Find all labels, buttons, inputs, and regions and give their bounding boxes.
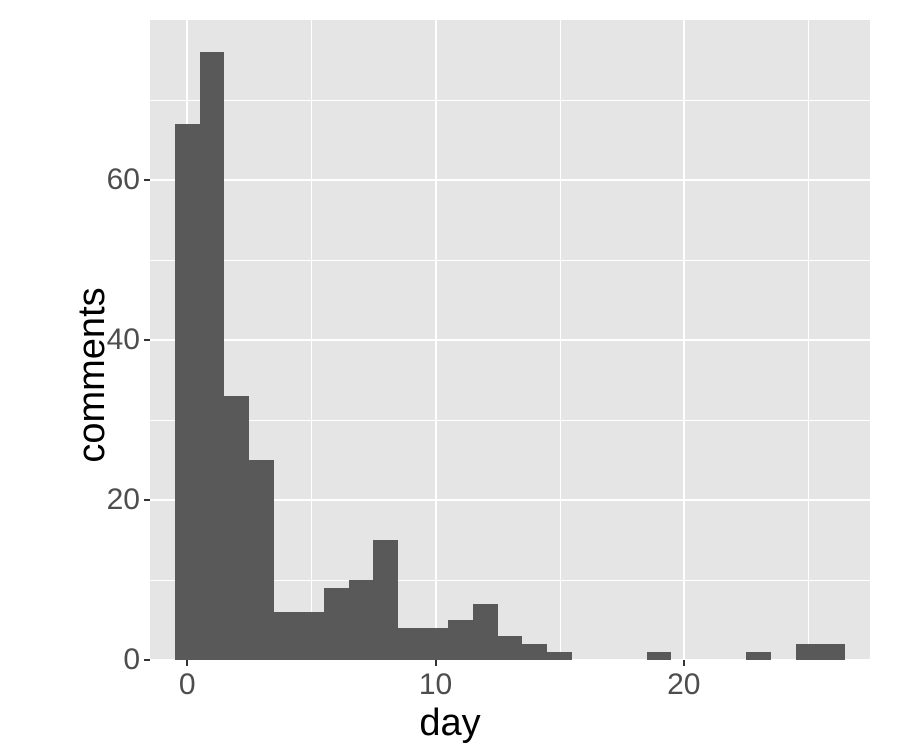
bar [398, 628, 423, 660]
x-axis-title: day [419, 702, 480, 745]
y-tick-mark [144, 339, 150, 341]
y-tick-mark [144, 179, 150, 181]
bar [249, 460, 274, 660]
y-axis-title: comments [71, 287, 114, 462]
y-tick-mark [144, 659, 150, 661]
bar [796, 644, 821, 660]
bar [200, 52, 225, 660]
y-tick-mark [144, 499, 150, 501]
bar [448, 620, 473, 660]
x-tick-mark [683, 660, 685, 666]
bar [522, 644, 547, 660]
gridline-v-major [435, 20, 437, 660]
bar [373, 540, 398, 660]
bar [423, 628, 448, 660]
x-tick-mark [435, 660, 437, 666]
gridline-v-major [683, 20, 685, 660]
y-tick-label: 20 [80, 483, 140, 517]
bar [299, 612, 324, 660]
x-tick-label: 0 [179, 668, 196, 702]
gridline-v-minor [808, 20, 809, 660]
bar [498, 636, 523, 660]
bar [473, 604, 498, 660]
gridline-h-major [150, 179, 870, 181]
x-tick-label: 20 [667, 668, 700, 702]
chart-container: comments day 0 20 40 60 0 10 20 [0, 0, 900, 750]
gridline-v-minor [560, 20, 561, 660]
y-tick-label: 0 [80, 643, 140, 677]
bar [746, 652, 771, 660]
gridline-h-minor [150, 420, 870, 421]
x-tick-label: 10 [419, 668, 452, 702]
bar [349, 580, 374, 660]
gridline-h-minor [150, 100, 870, 101]
bar [324, 588, 349, 660]
y-tick-label: 40 [80, 323, 140, 357]
bar [175, 124, 200, 660]
bar [274, 612, 299, 660]
bar [647, 652, 672, 660]
bar [547, 652, 572, 660]
bar [224, 396, 249, 660]
gridline-v-minor [311, 20, 312, 660]
plot-panel [150, 20, 870, 660]
y-tick-label: 60 [80, 163, 140, 197]
x-tick-mark [186, 660, 188, 666]
gridline-h-minor [150, 260, 870, 261]
bar [820, 644, 845, 660]
gridline-h-major [150, 339, 870, 341]
